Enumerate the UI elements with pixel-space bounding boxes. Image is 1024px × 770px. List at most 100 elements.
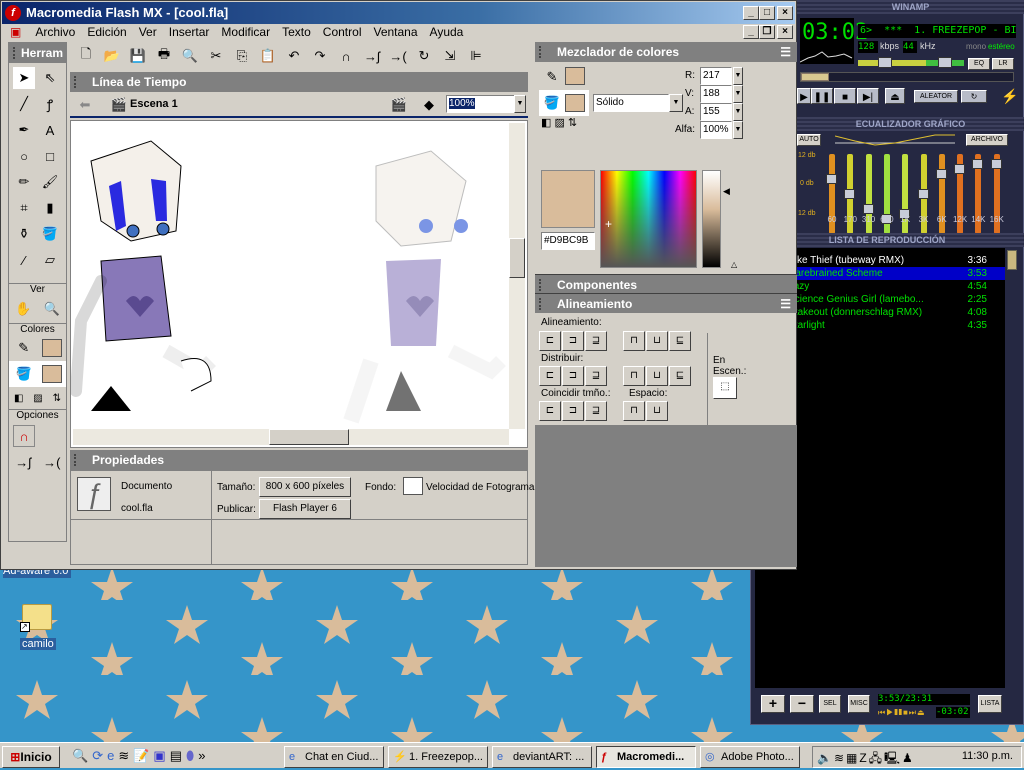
taskbar-button[interactable]: e Chat en Ciud... bbox=[284, 746, 384, 768]
b-dropdown[interactable]: ▼ bbox=[733, 103, 743, 121]
align-right-button[interactable]: ⊒ bbox=[585, 331, 607, 351]
playlist-misc-button[interactable]: MISC bbox=[848, 695, 870, 713]
color-mixer-header[interactable]: Mezclador de colores ☰ bbox=[535, 42, 797, 62]
app-icon[interactable]: ▣ bbox=[153, 748, 165, 764]
rectangle-tool-icon[interactable]: □ bbox=[39, 145, 61, 167]
distribute-right-button[interactable]: ⊑ bbox=[669, 366, 691, 386]
messenger-icon[interactable]: ▤ bbox=[170, 748, 182, 764]
eq-knob[interactable] bbox=[826, 174, 837, 184]
eq-knob[interactable] bbox=[862, 204, 874, 214]
eq-toggle-button[interactable]: EQ bbox=[968, 58, 990, 70]
close-button[interactable]: × bbox=[777, 6, 793, 20]
oval-tool-icon[interactable]: ○ bbox=[13, 145, 35, 167]
eq-knob[interactable] bbox=[954, 164, 966, 174]
distribute-left-button[interactable]: ⊓ bbox=[623, 366, 645, 386]
panel-options-icon[interactable]: ☰ bbox=[780, 42, 791, 62]
align-header[interactable]: Alineamiento ☰ bbox=[535, 293, 797, 313]
eyedropper-tool-icon[interactable]: ⁄ bbox=[13, 249, 35, 271]
eq-knob[interactable] bbox=[844, 189, 856, 199]
menu-texto[interactable]: Texto bbox=[276, 22, 317, 42]
g-value-field[interactable]: 188 bbox=[700, 85, 732, 103]
color-spectrum[interactable]: + bbox=[600, 170, 697, 268]
straighten-icon[interactable]: →( bbox=[41, 451, 63, 473]
eq-knob[interactable] bbox=[990, 159, 1002, 169]
smooth-icon[interactable]: →ʃ bbox=[360, 45, 384, 67]
mini-transport[interactable]: ⏮▶❚❚■⏭⏏ bbox=[878, 708, 926, 718]
scale-icon[interactable]: ⇲ bbox=[438, 45, 462, 67]
winamp-logo-icon[interactable]: ⚡ bbox=[1001, 88, 1018, 104]
quick-launch-more[interactable]: » bbox=[198, 748, 205, 764]
taskbar-button[interactable]: e deviantART: ... bbox=[492, 746, 592, 768]
playlist-add-button[interactable]: + bbox=[761, 695, 785, 713]
mixer-stroke-swatch[interactable] bbox=[565, 67, 585, 85]
stop-button[interactable]: ■ bbox=[834, 88, 856, 104]
doc-icon[interactable]: ▣ bbox=[8, 22, 23, 42]
menu-ventana[interactable]: Ventana bbox=[367, 22, 423, 42]
doc-restore-button[interactable]: ❐ bbox=[759, 25, 775, 39]
copy-icon[interactable]: ⎘ bbox=[230, 45, 254, 67]
hex-color-field[interactable]: #D9BC9B bbox=[541, 232, 595, 250]
winamp-quick-icon[interactable]: ≋ bbox=[118, 748, 129, 764]
pen-tool-icon[interactable]: ✒ bbox=[13, 119, 35, 141]
align-vcenter-button[interactable]: ⊔ bbox=[646, 331, 668, 351]
zoom-select[interactable]: 100% bbox=[446, 95, 516, 113]
eq-presets-button[interactable]: ARCHIVO bbox=[966, 134, 1008, 146]
notepad-icon[interactable]: 📝 bbox=[133, 748, 149, 764]
document-size-button[interactable]: 800 x 600 píxeles bbox=[259, 477, 351, 497]
eraser-tool-icon[interactable]: ▱ bbox=[39, 249, 61, 271]
fill-color-swatch[interactable] bbox=[42, 365, 63, 383]
to-stage-toggle[interactable]: ⬚ bbox=[713, 377, 737, 399]
align-left-button[interactable]: ⊏ bbox=[539, 331, 561, 351]
seek-bar[interactable] bbox=[800, 72, 1014, 82]
eq-knob[interactable] bbox=[917, 189, 929, 199]
open-icon[interactable]: 📂 bbox=[100, 45, 124, 67]
match-height-button[interactable]: ⊐ bbox=[562, 401, 584, 421]
smooth-icon[interactable]: →ʃ bbox=[12, 451, 34, 473]
menu-ver[interactable]: Ver bbox=[133, 22, 163, 42]
menu-modificar[interactable]: Modificar bbox=[215, 22, 276, 42]
menu-insertar[interactable]: Insertar bbox=[163, 22, 216, 42]
doc-minimize-button[interactable]: _ bbox=[743, 25, 759, 39]
shuffle-button[interactable]: ALEATOR bbox=[914, 90, 958, 103]
b-value-field[interactable]: 155 bbox=[700, 103, 732, 121]
free-transform-tool-icon[interactable]: ⌗ bbox=[13, 197, 35, 219]
timeline-panel-header[interactable]: Línea de Tiempo bbox=[70, 72, 528, 92]
search-icon[interactable]: 🔍 bbox=[72, 748, 88, 764]
align-top-button[interactable]: ⊓ bbox=[623, 331, 645, 351]
taskbar-button[interactable]: ◎ Adobe Photo... bbox=[700, 746, 800, 768]
pencil-tool-icon[interactable]: ✏ bbox=[13, 171, 35, 193]
menu-edición[interactable]: Edición bbox=[81, 22, 132, 42]
stage-vertical-scrollbar[interactable] bbox=[509, 123, 525, 429]
align-hcenter-button[interactable]: ⊐ bbox=[562, 331, 584, 351]
color-swap-icons[interactable]: ◧ ▨ ⇅ bbox=[541, 116, 577, 129]
paste-icon[interactable]: 📋 bbox=[256, 45, 280, 67]
align-panel-icon[interactable]: ⊫ bbox=[464, 45, 488, 67]
swap-colors-icon[interactable]: ⇅ bbox=[53, 393, 61, 404]
minimize-button[interactable]: _ bbox=[743, 6, 759, 20]
straighten-icon[interactable]: →( bbox=[386, 45, 410, 67]
playlist-remove-button[interactable]: − bbox=[790, 695, 814, 713]
stage-canvas[interactable] bbox=[70, 120, 528, 448]
align-bottom-button[interactable]: ⊑ bbox=[669, 331, 691, 351]
distribute-vcenter-button[interactable]: ⊐ bbox=[562, 366, 584, 386]
text-tool-icon[interactable]: A bbox=[39, 119, 61, 141]
edit-scene-icon[interactable]: 🎬 bbox=[388, 94, 410, 116]
eq-titlebar[interactable]: ECUALIZADOR GRÁFICO bbox=[797, 117, 1024, 131]
brush-tool-icon[interactable]: 🖌 bbox=[39, 171, 61, 193]
winamp-titlebar[interactable]: WINAMP bbox=[797, 0, 1024, 14]
r-dropdown[interactable]: ▼ bbox=[733, 67, 743, 85]
repeat-button[interactable]: ↻ bbox=[961, 90, 987, 103]
ink-bottle-tool-icon[interactable]: ⚱ bbox=[13, 223, 35, 245]
snap-magnet-icon[interactable]: ∩ bbox=[13, 425, 35, 447]
undo-icon[interactable]: ↶ bbox=[282, 45, 306, 67]
stage-horizontal-scrollbar[interactable] bbox=[73, 429, 509, 445]
g-dropdown[interactable]: ▼ bbox=[733, 85, 743, 103]
components-header[interactable]: Componentes bbox=[535, 274, 797, 294]
edit-symbol-icon[interactable]: ◆ bbox=[418, 94, 440, 116]
taskbar-button[interactable]: ⚡ 1. Freezepop... bbox=[388, 746, 488, 768]
playlist-toggle-button[interactable]: LR bbox=[992, 58, 1014, 70]
stroke-color-swatch[interactable] bbox=[42, 339, 63, 357]
mixer-fill-swatch[interactable] bbox=[565, 94, 585, 112]
snap-magnet-icon[interactable]: ∩ bbox=[334, 45, 358, 67]
background-color-swatch[interactable] bbox=[403, 477, 423, 495]
